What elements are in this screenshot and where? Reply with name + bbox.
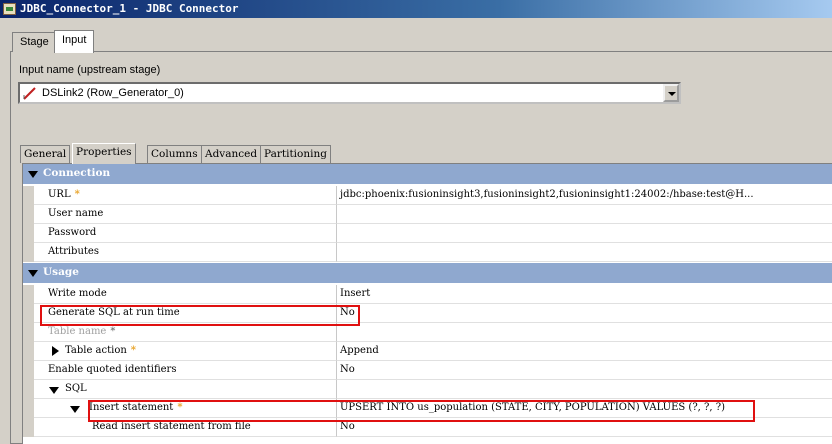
property-name: URL * [48, 189, 80, 200]
property-value-generate-sql[interactable]: No [337, 304, 832, 323]
property-value-quoted-identifiers[interactable]: No [337, 361, 832, 380]
window-title-bar[interactable]: JDBC_Connector_1 - JDBC Connector [0, 0, 832, 18]
property-row-password[interactable]: Password [23, 224, 832, 243]
property-name: SQL [65, 383, 87, 394]
tab-partitioning[interactable]: Partitioning [260, 145, 331, 163]
tab-general[interactable]: General [20, 145, 71, 163]
property-row-quoted-identifiers[interactable]: Enable quoted identifiers No [23, 361, 832, 380]
property-value-attributes[interactable] [337, 243, 832, 262]
property-name: Password [48, 227, 97, 238]
property-row-write-mode[interactable]: Write mode Insert [23, 285, 832, 304]
tab-columns[interactable]: Columns [147, 145, 202, 163]
collapse-icon[interactable] [28, 270, 38, 277]
group-usage[interactable]: Usage [23, 263, 832, 283]
input-name-value: DSLink2 (Row_Generator_0) [42, 87, 184, 99]
window-title: JDBC_Connector_1 - JDBC Connector [20, 2, 239, 15]
property-value-password[interactable] [337, 224, 832, 243]
property-name: Write mode [48, 288, 107, 299]
property-value-url[interactable]: jdbc:phoenix:fusioninsight3,fusioninsigh… [337, 186, 832, 205]
input-name-label: Input name (upstream stage) [19, 64, 161, 76]
tab-advanced[interactable]: Advanced [201, 145, 262, 163]
property-name: Read insert statement from file [92, 421, 251, 432]
property-row-attributes[interactable]: Attributes [23, 243, 832, 262]
property-name: Table action * [65, 345, 137, 356]
property-value-write-mode[interactable]: Insert [337, 285, 832, 304]
group-connection[interactable]: Connection [23, 164, 832, 184]
expand-icon[interactable] [52, 346, 59, 356]
tab-properties[interactable]: Properties [72, 143, 136, 164]
property-row-user-name[interactable]: User name [23, 205, 832, 224]
collapse-icon[interactable] [49, 387, 59, 394]
property-name: Enable quoted identifiers [48, 364, 177, 375]
property-row-table-action[interactable]: Table action * Append [23, 342, 832, 361]
property-name: Attributes [48, 246, 99, 257]
property-name: Table name * [48, 326, 116, 337]
collapse-icon[interactable] [28, 171, 38, 178]
collapse-icon[interactable] [70, 406, 80, 413]
input-name-select[interactable]: DSLink2 (Row_Generator_0) [18, 82, 681, 104]
app-icon [3, 3, 16, 15]
highlight-generate-sql [40, 305, 360, 326]
link-pencil-icon [23, 87, 36, 100]
tab-stage[interactable]: Stage [12, 32, 57, 52]
property-value-table-action[interactable]: Append [337, 342, 832, 361]
property-value-user-name[interactable] [337, 205, 832, 224]
dropdown-arrow-button[interactable] [663, 84, 679, 102]
property-value-sql[interactable] [337, 380, 832, 399]
property-name: User name [48, 208, 104, 219]
highlight-insert-statement [88, 400, 755, 422]
tab-input[interactable]: Input [54, 30, 95, 53]
property-row-sql[interactable]: SQL [23, 380, 832, 399]
property-value-table-name[interactable] [337, 323, 832, 342]
property-row-url[interactable]: URL * jdbc:phoenix:fusioninsight3,fusioni… [23, 186, 832, 205]
